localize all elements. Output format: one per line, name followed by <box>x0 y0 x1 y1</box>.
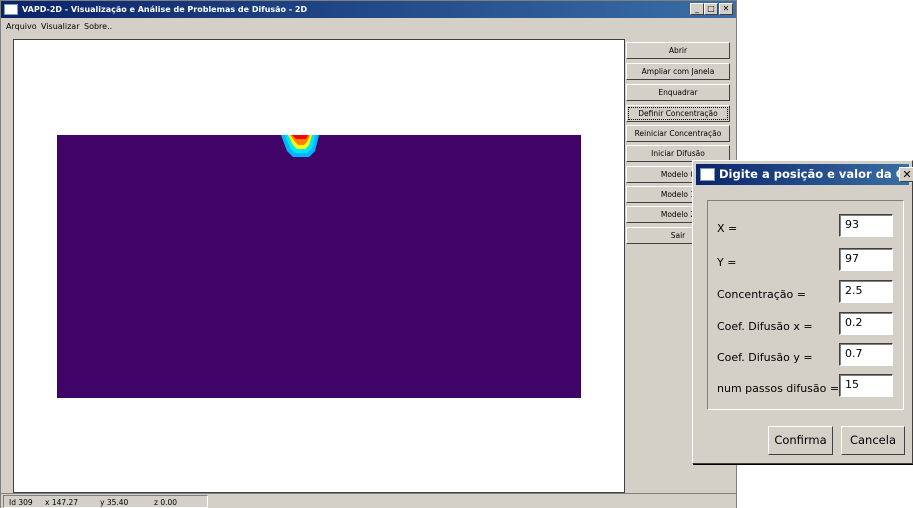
close-button[interactable]: ✕ <box>719 3 733 15</box>
dialog-title: Digite a posição e valor da Co... <box>719 167 913 181</box>
concentration-field[interactable]: 2.5 <box>839 280 893 303</box>
status-bar: Id 309 x 147.27 y 35.40 z 0.00 <box>1 493 736 508</box>
y-field[interactable]: 97 <box>839 248 893 271</box>
concentration-label: Concentração = <box>717 288 806 301</box>
zoom-window-button[interactable]: Ampliar com Janela <box>626 63 730 80</box>
menu-arquivo[interactable]: Arquivo <box>6 21 37 33</box>
concentration-dialog: Digite a posição e valor da Co... ✕ X = … <box>692 160 913 464</box>
y-label: Y = <box>717 256 737 269</box>
coef-diffusion-y-label: Coef. Difusão y = <box>717 351 813 364</box>
dialog-close-button[interactable]: ✕ <box>899 167 913 182</box>
x-field[interactable]: 93 <box>839 214 893 237</box>
minimize-button[interactable]: _ <box>690 3 704 15</box>
app-icon <box>4 4 18 15</box>
status-id: Id 309 <box>9 498 33 507</box>
menu-bar: Arquivo Visualizar Sobre.. <box>1 18 736 38</box>
menu-sobre[interactable]: Sobre.. <box>84 21 112 33</box>
coef-diffusion-x-field[interactable]: 0.2 <box>839 312 893 335</box>
open-button[interactable]: Abrir <box>626 42 730 59</box>
maximize-button[interactable]: □ <box>704 3 718 15</box>
status-y: y 35.40 <box>100 498 129 507</box>
define-concentration-button[interactable]: Definir Concentração <box>626 105 730 122</box>
status-cell: Id 309 x 147.27 y 35.40 z 0.00 <box>3 495 208 508</box>
dialog-title-bar[interactable]: Digite a posição e valor da Co... ✕ <box>696 164 913 185</box>
status-x: x 147.27 <box>45 498 79 507</box>
dialog-icon <box>700 168 715 181</box>
heatmap-hotspot <box>281 135 319 157</box>
visualization-canvas[interactable] <box>13 39 625 493</box>
title-bar[interactable]: VAPD-2D - Visualização e Análise de Prob… <box>1 1 736 18</box>
main-window: VAPD-2D - Visualização e Análise de Prob… <box>0 0 737 508</box>
concentration-heatmap[interactable] <box>57 135 581 398</box>
fit-button[interactable]: Enquadrar <box>626 84 730 101</box>
status-z: z 0.00 <box>154 498 178 507</box>
reset-concentration-button[interactable]: Reiniciar Concentração <box>626 125 730 142</box>
confirm-button[interactable]: Confirma <box>768 426 833 455</box>
menu-visualizar[interactable]: Visualizar <box>41 21 80 33</box>
coef-diffusion-y-field[interactable]: 0.7 <box>839 343 893 366</box>
diffusion-steps-label: num passos difusão = <box>717 382 840 395</box>
x-label: X = <box>717 222 738 235</box>
coef-diffusion-x-label: Coef. Difusão x = <box>717 320 813 333</box>
window-title: VAPD-2D - Visualização e Análise de Prob… <box>22 5 308 14</box>
diffusion-steps-field[interactable]: 15 <box>839 374 893 397</box>
cancel-button[interactable]: Cancela <box>841 426 905 455</box>
